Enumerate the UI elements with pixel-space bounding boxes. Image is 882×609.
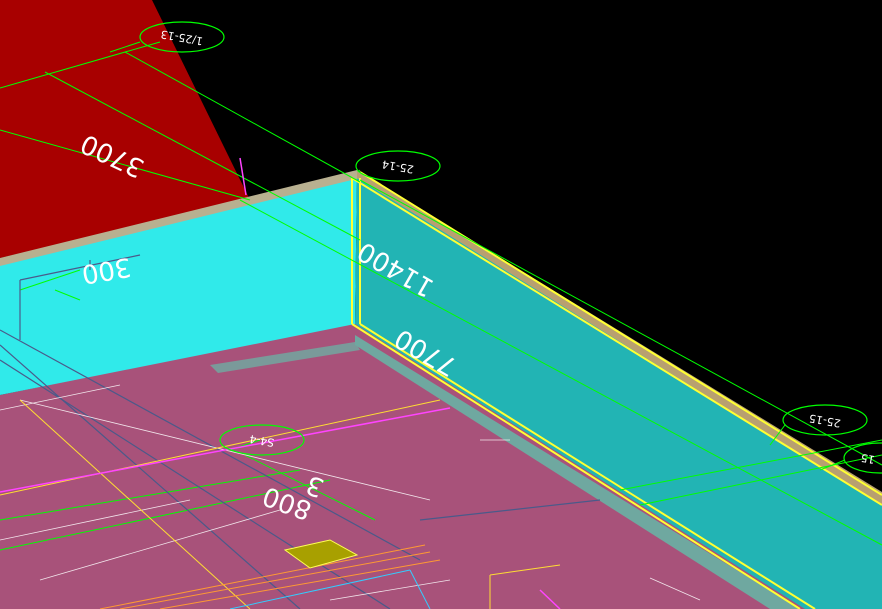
cad-canvas[interactable]: 3700 300 11400 7700 800 3 1/25-13 25-14 … — [0, 0, 882, 609]
tag-label: 15 — [860, 451, 876, 466]
cad-3d-viewport[interactable]: 3700 300 11400 7700 800 3 1/25-13 25-14 … — [0, 0, 882, 609]
